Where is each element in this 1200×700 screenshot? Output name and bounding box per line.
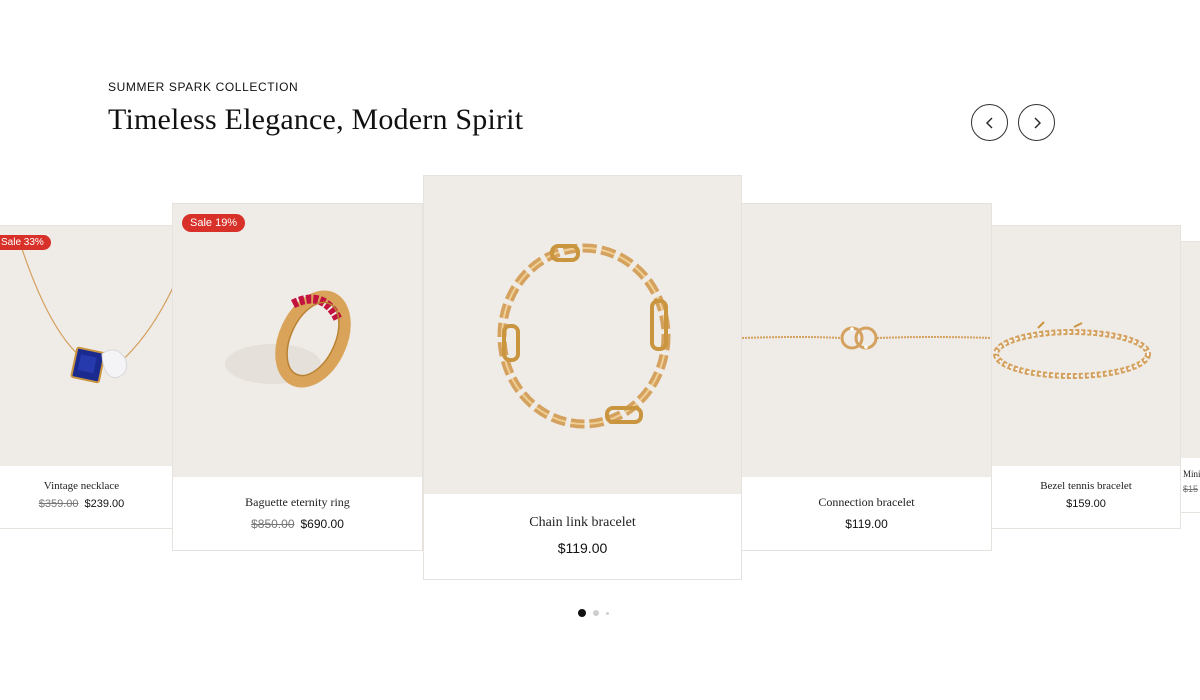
product-price: $119.00: [557, 540, 608, 556]
product-card[interactable]: Chain link bracelet $119.00: [423, 175, 742, 580]
tennis-bracelet-image[interactable]: [992, 226, 1180, 466]
product-name[interactable]: Bezel tennis bracelet: [992, 480, 1180, 492]
connection-bracelet-image[interactable]: [742, 204, 991, 477]
carousel-prev-button[interactable]: [971, 104, 1008, 141]
necklace-image[interactable]: [0, 226, 172, 466]
pagination-dot-3[interactable]: [606, 611, 609, 615]
ring-image[interactable]: [173, 204, 422, 477]
collection-eyebrow: SUMMER SPARK COLLECTION: [108, 80, 299, 94]
product-price: $119.00: [845, 517, 888, 531]
sale-badge: Sale 33%: [0, 235, 51, 250]
carousel-next-button[interactable]: [1018, 104, 1055, 141]
partial-product-image[interactable]: [1181, 242, 1200, 458]
product-card[interactable]: Sale 33% Vintage necklace $359.00 $239.00: [0, 225, 173, 529]
chevron-left-icon: [985, 117, 992, 128]
chain-bracelet-image[interactable]: [424, 176, 741, 494]
product-price: $159.00: [1066, 498, 1106, 510]
sale-price: $690.00: [300, 517, 344, 531]
chevron-right-icon: [1034, 117, 1041, 128]
original-price: $15: [1183, 484, 1199, 494]
product-card[interactable]: Bezel tennis bracelet $159.00: [991, 225, 1181, 529]
original-price: $850.00: [251, 517, 295, 531]
pagination-dot-1[interactable]: [578, 609, 586, 617]
pagination-dot-2[interactable]: [593, 610, 599, 616]
carousel-pagination: [578, 609, 609, 617]
product-name[interactable]: Chain link bracelet: [424, 515, 741, 531]
product-name[interactable]: Baguette eternity ring: [173, 495, 422, 510]
sale-price: $239.00: [84, 498, 125, 510]
original-price: $359.00: [38, 498, 79, 510]
sale-badge: Sale 19%: [182, 214, 246, 232]
product-name[interactable]: Vintage necklace: [0, 480, 172, 492]
product-name[interactable]: Connection bracelet: [742, 495, 991, 510]
product-card[interactable]: Mini $15: [1180, 241, 1200, 513]
section-title: Timeless Elegance, Modern Spirit: [108, 103, 524, 136]
product-card[interactable]: Sale 19% Baguette eternity ring $850.00 $…: [172, 203, 423, 551]
product-name[interactable]: Mini: [1183, 469, 1200, 479]
product-card[interactable]: Connection bracelet $119.00: [741, 203, 992, 551]
